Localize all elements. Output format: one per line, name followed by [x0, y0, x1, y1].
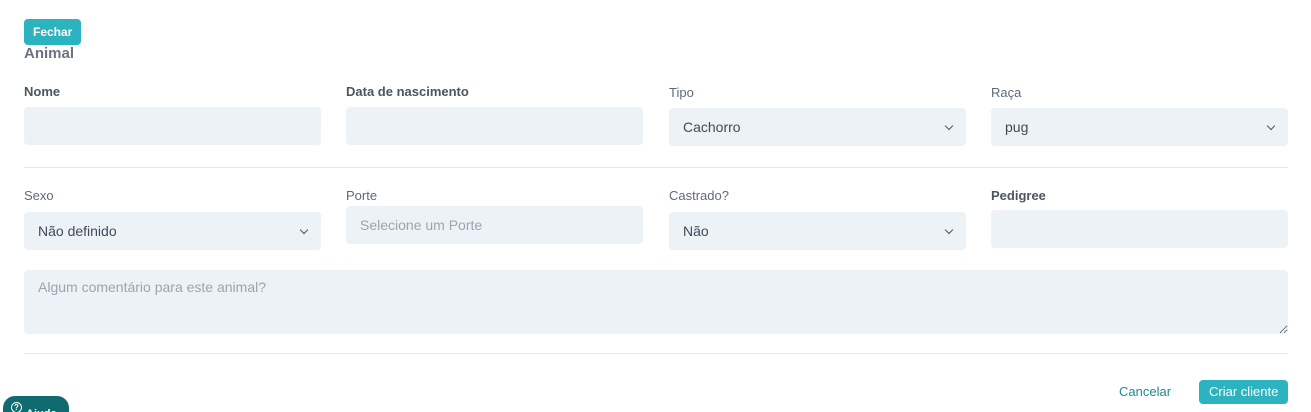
- tipo-field-group: Tipo Cachorro: [669, 85, 966, 146]
- divider: [24, 167, 1288, 168]
- nascimento-input[interactable]: [346, 107, 643, 145]
- castrado-selected-value: Não: [683, 223, 709, 239]
- porte-input[interactable]: [346, 206, 643, 244]
- porte-field-group: Porte: [346, 188, 643, 244]
- help-label: Ajuda: [26, 402, 57, 412]
- porte-label: Porte: [346, 188, 378, 203]
- pedigree-input[interactable]: [991, 210, 1288, 248]
- castrado-field-group: Castrado? Não: [669, 188, 966, 250]
- close-button[interactable]: Fechar: [24, 19, 82, 45]
- cancel-button[interactable]: Cancelar: [1112, 380, 1178, 404]
- sexo-label: Sexo: [24, 188, 54, 203]
- sexo-select[interactable]: Não definido: [24, 212, 321, 250]
- sexo-selected-value: Não definido: [38, 223, 117, 239]
- chevron-down-icon: [1266, 121, 1276, 131]
- pedigree-field-group: Pedigree: [991, 188, 1288, 248]
- castrado-label: Castrado?: [669, 188, 729, 203]
- chevron-down-icon: [944, 225, 954, 235]
- chevron-down-icon: [299, 225, 309, 235]
- tipo-selected-value: Cachorro: [683, 119, 741, 135]
- comentario-textarea[interactable]: [24, 270, 1288, 334]
- create-client-button[interactable]: Criar cliente: [1199, 380, 1289, 404]
- castrado-select[interactable]: Não: [669, 212, 966, 250]
- raca-label: Raça: [991, 85, 1022, 100]
- chevron-down-icon: [944, 121, 954, 131]
- nascimento-field-group: Data de nascimento: [346, 84, 643, 145]
- animal-form-page: Fechar Animal Nome Data de nascimento Ti…: [0, 0, 1311, 412]
- raca-select[interactable]: pug: [991, 108, 1288, 146]
- nome-label: Nome: [24, 84, 61, 99]
- nome-field-group: Nome: [24, 84, 321, 145]
- raca-field-group: Raça pug: [991, 85, 1288, 146]
- divider: [24, 353, 1288, 354]
- help-button[interactable]: ? Ajuda: [3, 396, 69, 412]
- question-circle-icon: ?: [11, 402, 22, 412]
- nome-input[interactable]: [24, 107, 321, 145]
- sexo-field-group: Sexo Não definido: [24, 188, 321, 250]
- raca-selected-value: pug: [1005, 119, 1029, 135]
- nascimento-label: Data de nascimento: [346, 84, 469, 99]
- tipo-label: Tipo: [669, 85, 694, 100]
- pedigree-label: Pedigree: [991, 188, 1046, 203]
- tipo-select[interactable]: Cachorro: [669, 108, 966, 146]
- section-title: Animal: [24, 45, 75, 62]
